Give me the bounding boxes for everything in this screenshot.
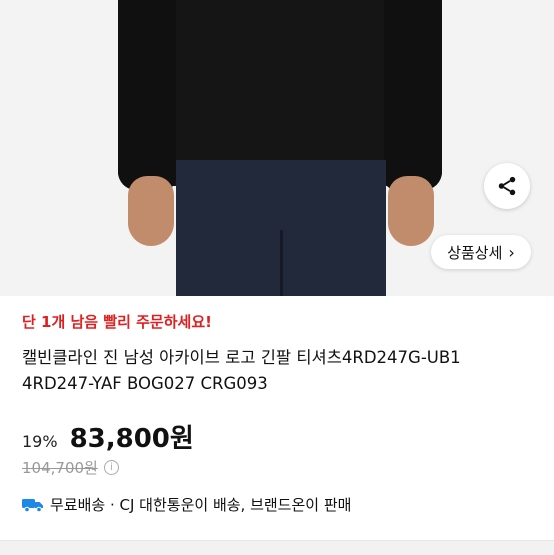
original-price: 104,700원 <box>22 459 98 477</box>
product-title: 캘빈클라인 진 남성 아카이브 로고 긴팔 티셔츠4RD247G-UB1 4RD… <box>22 348 461 393</box>
sale-price: 83,800원 <box>69 424 194 454</box>
left-sleeve-graphic <box>118 0 176 190</box>
original-price-row: 104,700원 i <box>22 457 119 478</box>
section-divider <box>0 540 554 555</box>
share-icon <box>498 176 516 196</box>
shipping-info: 무료배송 · CJ 대한통운이 배송, 브랜드온이 판매 <box>22 494 351 515</box>
product-detail-label: 상품상세 <box>447 243 503 262</box>
discount-rate: 19% <box>22 432 58 451</box>
right-hand-graphic <box>388 176 434 246</box>
jeans-split-graphic <box>280 230 283 296</box>
left-hand-graphic <box>128 176 174 246</box>
stock-notice: 단 1개 남음 빨리 주문하세요! <box>22 313 212 331</box>
share-button[interactable] <box>484 163 530 209</box>
info-icon[interactable]: i <box>103 460 119 475</box>
right-sleeve-graphic <box>384 0 442 190</box>
price-row: 19% 83,800원 <box>22 418 194 455</box>
product-detail-button[interactable]: 상품상세 › <box>431 235 531 269</box>
chevron-right-icon: › <box>508 242 515 262</box>
shipping-text: 무료배송 · CJ 대한통운이 배송, 브랜드온이 판매 <box>50 496 352 514</box>
product-image[interactable]: 상품상세 › <box>0 0 554 296</box>
truck-icon <box>22 498 43 512</box>
